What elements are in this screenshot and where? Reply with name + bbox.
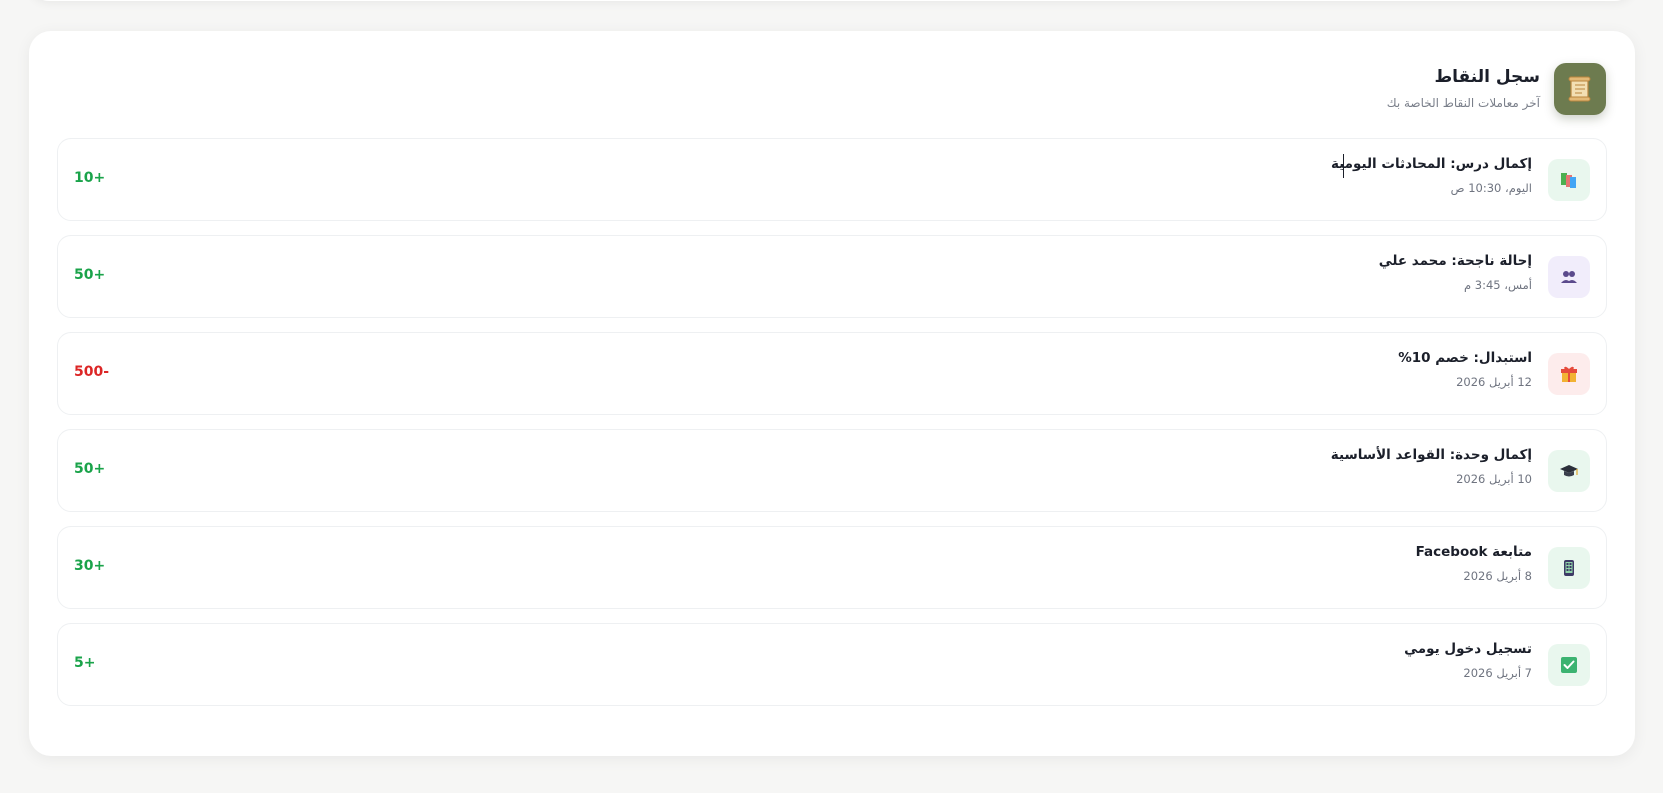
transaction-text: تسجيل دخول يومي 7 أبريل 2026 (1404, 641, 1532, 680)
check-box-icon (1548, 644, 1590, 686)
transaction-points: 5+ (74, 655, 96, 671)
transaction-title: إكمال درس: المحادثات اليومية (1330, 156, 1532, 172)
transaction-date: 8 أبريل 2026 (1463, 569, 1532, 583)
transaction-row: إكمال وحدة: القواعد الأساسية 10 أبريل 20… (57, 429, 1607, 512)
transaction-row: إحالة ناجحة: محمد علي أمس، 3:45 م 50+ (57, 235, 1607, 318)
transaction-text: إكمال وحدة: القواعد الأساسية 10 أبريل 20… (1331, 447, 1532, 486)
transaction-points: 50+ (74, 461, 106, 477)
transaction-date: اليوم، 10:30 ص (1450, 181, 1532, 195)
transaction-points: 30+ (74, 558, 106, 574)
transaction-points: 10+ (74, 170, 106, 186)
transaction-title: إكمال وحدة: القواعد الأساسية (1330, 447, 1532, 463)
previous-card-edge (29, 0, 1635, 1)
transaction-date: 12 أبريل 2026 (1456, 375, 1532, 389)
transactions-list: إكمال درس: المحادثات اليومية اليوم، 10:3… (57, 138, 1607, 720)
transaction-row: إكمال درس: المحادثات اليومية اليوم، 10:3… (57, 138, 1607, 221)
text-cursor (1343, 154, 1344, 178)
transaction-text: إحالة ناجحة: محمد علي أمس، 3:45 م (1379, 253, 1532, 292)
page-title: سجل النقاط (1434, 67, 1541, 87)
transaction-title: استبدال: خصم 10% (1398, 350, 1532, 366)
transaction-title: تسجيل دخول يومي (1404, 641, 1532, 657)
scroll-icon (1554, 63, 1606, 115)
transaction-row: تسجيل دخول يومي 7 أبريل 2026 5+ (57, 623, 1607, 706)
transaction-date: أمس، 3:45 م (1464, 278, 1532, 292)
page-subtitle: آخر معاملات النقاط الخاصة بك (1386, 96, 1540, 110)
transaction-text: إكمال درس: المحادثات اليومية اليوم، 10:3… (1331, 156, 1532, 195)
points-history-header: سجل النقاط آخر معاملات النقاط الخاصة بك (1387, 63, 1606, 115)
users-icon (1548, 256, 1590, 298)
transaction-points: 50+ (74, 267, 106, 283)
gift-icon (1548, 353, 1590, 395)
transaction-row: متابعة Facebook 8 أبريل 2026 30+ (57, 526, 1607, 609)
points-history-card: سجل النقاط آخر معاملات النقاط الخاصة بك … (29, 31, 1635, 756)
transaction-date: 10 أبريل 2026 (1456, 472, 1532, 486)
transaction-text: متابعة Facebook 8 أبريل 2026 (1416, 544, 1532, 583)
transaction-title: إحالة ناجحة: محمد علي (1378, 253, 1532, 269)
mobile-phone-icon (1548, 547, 1590, 589)
transaction-row: استبدال: خصم 10% 12 أبريل 2026 500- (57, 332, 1607, 415)
books-icon (1548, 159, 1590, 201)
transaction-text: استبدال: خصم 10% 12 أبريل 2026 (1398, 350, 1532, 389)
transaction-date: 7 أبريل 2026 (1463, 666, 1532, 680)
header-text: سجل النقاط آخر معاملات النقاط الخاصة بك (1387, 63, 1540, 110)
transaction-title: متابعة Facebook (1415, 544, 1532, 560)
graduation-cap-icon (1548, 450, 1590, 492)
transaction-points: 500- (74, 364, 110, 380)
